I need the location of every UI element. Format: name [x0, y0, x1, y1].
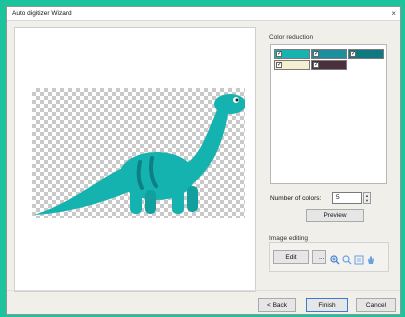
color-swatch-3[interactable]: ✓ [348, 49, 384, 59]
dino-eye-pupil [235, 98, 239, 102]
swatch-checkbox-4[interactable]: ✓ [276, 62, 282, 68]
color-swatch-1[interactable]: ✓ [274, 49, 310, 59]
edit-button[interactable]: Edit [273, 250, 309, 264]
dino-leg-back-left [130, 188, 142, 214]
more-options-button[interactable]: ... [312, 250, 326, 264]
image-editing-label: Image editing [269, 235, 309, 242]
number-of-colors-input[interactable]: 5 [332, 192, 362, 204]
swatch-checkbox-3[interactable]: ✓ [350, 51, 356, 57]
color-reduction-label: Color reduction [269, 34, 314, 41]
footer-divider [7, 290, 400, 291]
dino-leg-front-right [187, 186, 198, 212]
fit-icon[interactable] [354, 255, 364, 265]
number-of-colors-spinner[interactable]: ▲ ▼ [363, 192, 371, 204]
color-reduction-list[interactable]: ✓ ✓ ✓ ✓ ✓ [270, 44, 387, 184]
dino-neck [182, 110, 228, 184]
dino-head [214, 94, 245, 114]
color-swatch-5[interactable]: ✓ [311, 60, 347, 70]
cancel-button[interactable]: Cancel [356, 298, 396, 312]
color-swatch-2[interactable]: ✓ [311, 49, 347, 59]
preview-button[interactable]: Preview [306, 209, 364, 222]
back-button[interactable]: < Back [258, 298, 296, 312]
window-title: Auto digitizer Wizard [12, 10, 72, 17]
number-of-colors-label: Number of colors: [270, 195, 322, 202]
dino-leg-back-right [145, 190, 156, 214]
hand-icon[interactable] [366, 255, 376, 265]
title-bar: Auto digitizer Wizard × [7, 7, 400, 21]
dino-leg-front-left [172, 188, 184, 214]
close-icon[interactable]: × [391, 9, 396, 18]
swatch-checkbox-2[interactable]: ✓ [313, 51, 319, 57]
wizard-window: Auto digitizer Wizard × Color reduction … [6, 6, 401, 315]
swatch-checkbox-5[interactable]: ✓ [313, 62, 319, 68]
zoom-in-icon[interactable] [330, 255, 340, 265]
zoom-out-icon[interactable] [342, 255, 352, 265]
image-preview [14, 27, 256, 292]
color-swatch-4[interactable]: ✓ [274, 60, 310, 70]
finish-button[interactable]: Finish [306, 298, 348, 312]
swatch-checkbox-1[interactable]: ✓ [276, 51, 282, 57]
dinosaur-image [34, 94, 245, 215]
